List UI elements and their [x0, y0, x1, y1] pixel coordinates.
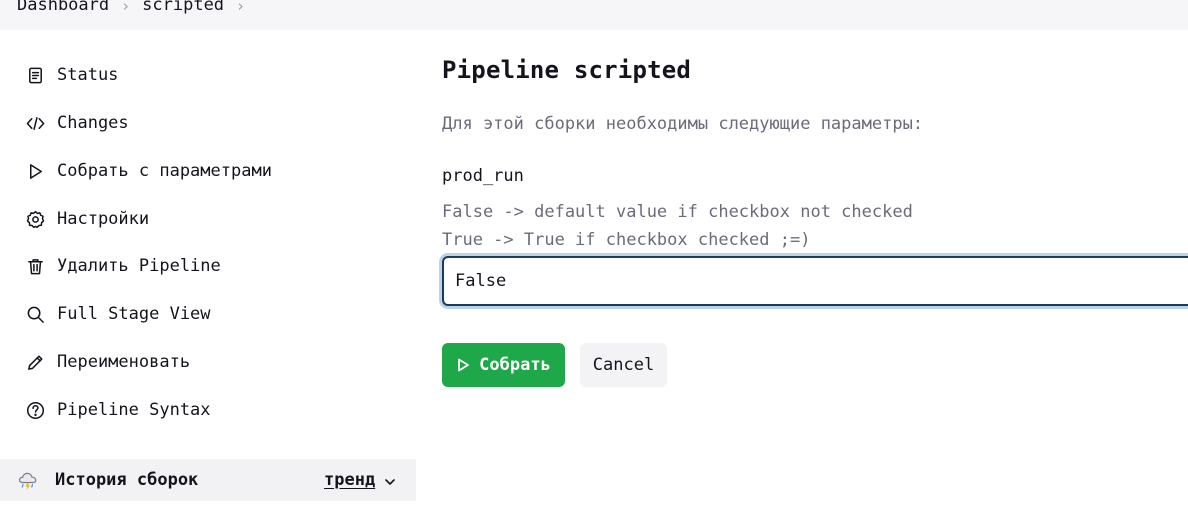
parameter-description-line: False -> default value if checkbox not c…: [442, 202, 913, 222]
page-title: Pipeline scripted: [442, 56, 692, 84]
trend-link[interactable]: тренд: [324, 470, 375, 490]
sidebar: Status Changes Собрать с параметрами Нас…: [0, 30, 416, 509]
sidebar-item-delete-pipeline[interactable]: Удалить Pipeline: [26, 251, 221, 281]
breadcrumb-scripted[interactable]: scripted: [142, 0, 224, 14]
sidebar-item-settings[interactable]: Настройки: [26, 204, 149, 234]
sidebar-item-label: Переименовать: [57, 352, 191, 372]
sidebar-item-rename[interactable]: Переименовать: [26, 347, 190, 377]
pencil-icon: [26, 353, 45, 372]
sidebar-item-label: Pipeline Syntax: [57, 400, 211, 420]
gear-icon: [26, 210, 45, 229]
code-icon: [26, 114, 45, 133]
breadcrumb: Dashboard › scripted ›: [0, 0, 1188, 30]
cancel-button[interactable]: Cancel: [580, 343, 667, 387]
parameters-intro: Для этой сборки необходимы следующие пар…: [442, 114, 924, 134]
sidebar-item-label: Status: [57, 65, 119, 85]
breadcrumb-separator: ›: [121, 0, 131, 15]
sidebar-item-label: Full Stage View: [57, 304, 211, 324]
sidebar-item-label: Changes: [57, 113, 129, 133]
help-icon: [26, 401, 45, 420]
sidebar-item-status[interactable]: Status: [26, 60, 118, 90]
build-history-title: История сборок: [55, 470, 199, 490]
play-icon: [458, 358, 470, 372]
parameter-description: False -> default value if checkbox not c…: [442, 198, 913, 254]
chevron-down-icon[interactable]: [383, 474, 397, 488]
parameter-value-input[interactable]: [442, 256, 1188, 306]
build-button[interactable]: Собрать: [442, 343, 565, 387]
breadcrumb-dashboard[interactable]: Dashboard: [17, 0, 109, 14]
sidebar-item-full-stage-view[interactable]: Full Stage View: [26, 299, 211, 329]
document-icon: [26, 66, 45, 85]
sidebar-item-label: Удалить Pipeline: [57, 256, 221, 276]
parameter-description-line: True -> True if checkbox checked ;=): [442, 230, 811, 250]
build-button-label: Собрать: [479, 355, 551, 375]
sidebar-item-label: Настройки: [57, 209, 150, 229]
breadcrumb-separator-dropdown[interactable]: ›: [236, 0, 245, 14]
sidebar-item-label: Собрать с параметрами: [57, 161, 272, 181]
sidebar-item-changes[interactable]: Changes: [26, 108, 129, 138]
parameter-name: prod_run: [442, 166, 524, 186]
weather-storm-icon: [16, 468, 40, 492]
cancel-button-label: Cancel: [592, 355, 655, 375]
build-history-panel: История сборок тренд: [0, 459, 416, 501]
sidebar-item-build-with-params[interactable]: Собрать с параметрами: [26, 156, 272, 186]
sidebar-item-pipeline-syntax[interactable]: Pipeline Syntax: [26, 395, 211, 425]
trash-icon: [26, 257, 45, 276]
search-icon: [26, 305, 45, 324]
play-icon: [26, 162, 45, 181]
